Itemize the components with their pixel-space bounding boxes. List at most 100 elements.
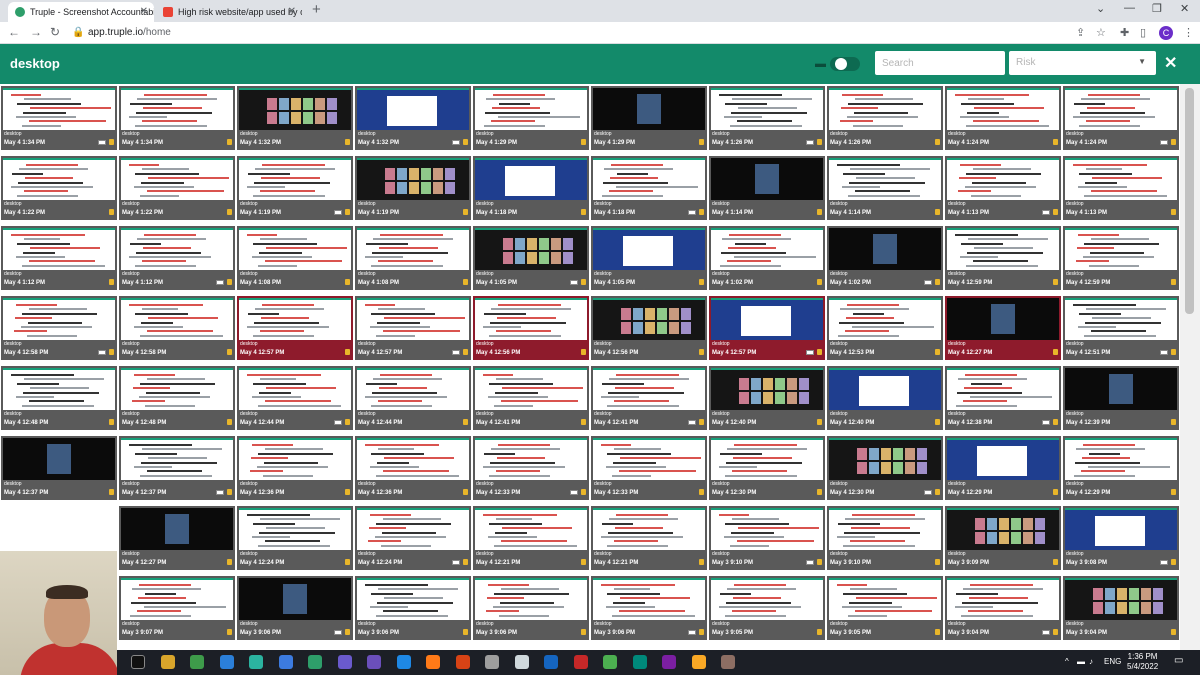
- screenshot-tile[interactable]: desktop May 4 12:57 PM: [709, 296, 825, 360]
- screenshot-tile[interactable]: desktop May 4 1:08 PM: [237, 226, 353, 290]
- screenshot-tile[interactable]: desktop May 4 12:38 PM: [945, 366, 1061, 430]
- visual-studio-icon[interactable]: [367, 655, 381, 669]
- screenshot-tile[interactable]: desktop May 4 12:37 PM: [1, 436, 117, 500]
- screenshot-tile[interactable]: desktop May 4 1:22 PM: [119, 156, 235, 220]
- misc-app-icon[interactable]: [691, 655, 706, 669]
- screenshot-tile[interactable]: desktop May 3 9:10 PM: [709, 506, 825, 570]
- tab-gmail[interactable]: High risk website/app used by co ✕: [156, 2, 302, 22]
- screenshot-tile[interactable]: desktop May 4 1:32 PM: [237, 86, 353, 150]
- screenshot-tile[interactable]: desktop May 4 1:14 PM: [827, 156, 943, 220]
- screenshot-tile[interactable]: desktop May 3 9:04 PM: [1063, 576, 1179, 640]
- tab-truple[interactable]: Truple - Screenshot Accountabil ✕: [8, 2, 154, 22]
- store-icon[interactable]: [544, 655, 558, 669]
- screenshot-tile[interactable]: desktop May 4 12:41 PM: [473, 366, 589, 430]
- chrome-icon[interactable]: [308, 655, 322, 669]
- screenshot-tile[interactable]: desktop May 4 12:44 PM: [237, 366, 353, 430]
- file-explorer-icon[interactable]: [160, 655, 175, 669]
- screenshot-tile[interactable]: desktop May 4 1:29 PM: [473, 86, 589, 150]
- screenshot-tile[interactable]: desktop May 4 1:34 PM: [119, 86, 235, 150]
- screenshot-tile[interactable]: desktop May 4 12:36 PM: [355, 436, 471, 500]
- reload-icon[interactable]: ↻: [50, 25, 60, 39]
- screenshot-tile[interactable]: desktop May 4 1:14 PM: [709, 156, 825, 220]
- remote-desktop-icon[interactable]: [514, 655, 529, 669]
- screenshot-tile[interactable]: desktop May 4 1:12 PM: [119, 226, 235, 290]
- close-window-icon[interactable]: ✕: [1180, 2, 1189, 15]
- profile-avatar[interactable]: C: [1159, 26, 1173, 40]
- screenshot-tile[interactable]: desktop May 4 12:51 PM: [1063, 296, 1179, 360]
- screenshot-tile[interactable]: desktop May 4 1:26 PM: [709, 86, 825, 150]
- screenshot-tile[interactable]: desktop May 4 12:24 PM: [355, 506, 471, 570]
- screenshot-tile[interactable]: desktop May 4 12:30 PM: [709, 436, 825, 500]
- screenshot-tile[interactable]: desktop May 4 1:13 PM: [1063, 156, 1179, 220]
- screenshot-tile[interactable]: desktop May 3 9:05 PM: [709, 576, 825, 640]
- screenshot-tile[interactable]: desktop May 4 1:26 PM: [827, 86, 943, 150]
- close-icon[interactable]: ✕: [1164, 53, 1177, 73]
- screenshot-tile[interactable]: desktop May 4 12:29 PM: [945, 436, 1061, 500]
- screenshot-tile[interactable]: desktop May 4 1:08 PM: [355, 226, 471, 290]
- new-tab-button[interactable]: +: [312, 1, 321, 18]
- screenshot-tile[interactable]: desktop May 4 1:13 PM: [945, 156, 1061, 220]
- screenshot-tile[interactable]: desktop May 4 1:19 PM: [355, 156, 471, 220]
- screenshot-tile[interactable]: desktop May 4 12:48 PM: [1, 366, 117, 430]
- paint-icon[interactable]: [603, 655, 617, 669]
- forward-icon[interactable]: →: [30, 25, 42, 39]
- minimize-icon[interactable]: —: [1124, 2, 1135, 14]
- screenshot-tile[interactable]: desktop May 4 1:05 PM: [473, 226, 589, 290]
- scrollbar[interactable]: [1180, 84, 1200, 650]
- screenshot-tile[interactable]: desktop May 4 12:27 PM: [119, 506, 235, 570]
- share-icon[interactable]: ⇪: [1076, 26, 1085, 39]
- media-icon[interactable]: [455, 655, 470, 669]
- screenshot-tile[interactable]: desktop May 4 12:33 PM: [591, 436, 707, 500]
- screenshot-tile[interactable]: desktop May 4 12:37 PM: [119, 436, 235, 500]
- screenshot-tile[interactable]: desktop May 3 9:04 PM: [945, 576, 1061, 640]
- screenshot-tile[interactable]: desktop May 4 1:24 PM: [1063, 86, 1179, 150]
- view-toggle[interactable]: [830, 57, 860, 71]
- network-icon[interactable]: ▬: [1077, 657, 1085, 666]
- screenshot-tile[interactable]: desktop May 4 1:22 PM: [1, 156, 117, 220]
- tab-search-icon[interactable]: ⌄: [1096, 2, 1105, 15]
- screenshot-tile[interactable]: desktop May 3 9:06 PM: [473, 576, 589, 640]
- screenshot-tile[interactable]: desktop May 4 12:56 PM: [473, 296, 589, 360]
- screenshot-tile[interactable]: desktop May 3 9:05 PM: [827, 576, 943, 640]
- firefox-icon[interactable]: [426, 655, 440, 669]
- risk-select[interactable]: Risk ▼: [1009, 51, 1156, 75]
- side-panel-icon[interactable]: ▯: [1140, 26, 1146, 39]
- screenshot-tile[interactable]: desktop May 4 12:27 PM: [945, 296, 1061, 360]
- screenshot-tile[interactable]: desktop May 3 9:09 PM: [945, 506, 1061, 570]
- screenshot-tile[interactable]: desktop May 4 1:18 PM: [473, 156, 589, 220]
- database-icon[interactable]: [485, 655, 499, 669]
- notifications-icon[interactable]: ▭: [1174, 655, 1183, 666]
- screenshot-tile[interactable]: desktop May 3 9:08 PM: [1063, 506, 1179, 570]
- screenshot-tile[interactable]: desktop May 3 9:06 PM: [591, 576, 707, 640]
- screenshot-tile[interactable]: desktop May 4 1:12 PM: [1, 226, 117, 290]
- screenshot-tile[interactable]: desktop May 4 12:30 PM: [827, 436, 943, 500]
- screenshot-tile[interactable]: desktop May 4 12:44 PM: [355, 366, 471, 430]
- screenshot-tile[interactable]: desktop May 4 12:36 PM: [237, 436, 353, 500]
- screenshot-tile[interactable]: desktop May 4 12:57 PM: [237, 296, 353, 360]
- screenshot-tile[interactable]: desktop May 4 12:39 PM: [1063, 366, 1179, 430]
- screenshot-tile[interactable]: desktop May 4 12:21 PM: [591, 506, 707, 570]
- screenshot-tile[interactable]: desktop May 4 1:02 PM: [827, 226, 943, 290]
- taskbar-clock[interactable]: 1:36 PM 5/4/2022: [1127, 652, 1158, 672]
- network-tool-icon[interactable]: [632, 655, 647, 669]
- close-tab-icon[interactable]: ✕: [288, 2, 296, 22]
- volume-icon[interactable]: ♪: [1089, 657, 1093, 666]
- screenshot-tile[interactable]: desktop May 4 1:19 PM: [237, 156, 353, 220]
- antivirus-icon[interactable]: [573, 655, 588, 669]
- screenshot-tile[interactable]: desktop May 4 12:58 PM: [1, 296, 117, 360]
- spreadsheet-icon[interactable]: [190, 655, 204, 669]
- settings-icon[interactable]: [219, 655, 234, 669]
- close-tab-icon[interactable]: ✕: [140, 2, 148, 22]
- screenshot-tile[interactable]: desktop May 4 12:56 PM: [591, 296, 707, 360]
- screenshot-tile[interactable]: desktop May 4 12:33 PM: [473, 436, 589, 500]
- screenshot-tile[interactable]: desktop May 3 9:07 PM: [119, 576, 235, 640]
- screenshot-tile[interactable]: desktop May 4 1:18 PM: [591, 156, 707, 220]
- edge-icon[interactable]: [396, 655, 411, 669]
- app-icon[interactable]: [337, 655, 352, 669]
- game-icon[interactable]: [721, 655, 735, 669]
- screenshot-tile[interactable]: desktop May 4 1:32 PM: [355, 86, 471, 150]
- search-input[interactable]: [875, 51, 1005, 75]
- tray-chevron-icon[interactable]: ^: [1065, 657, 1069, 666]
- screenshot-tile[interactable]: desktop May 4 12:41 PM: [591, 366, 707, 430]
- screenshot-tile[interactable]: desktop May 4 1:24 PM: [945, 86, 1061, 150]
